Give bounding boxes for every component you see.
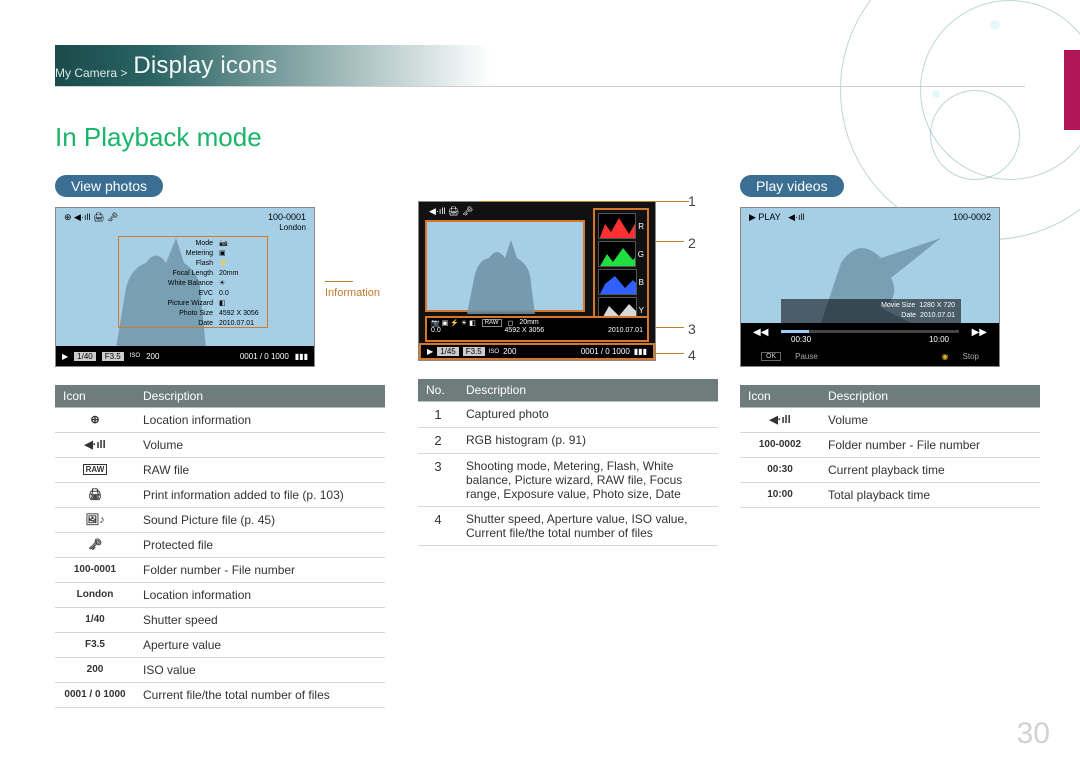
print-icon: 🖨 <box>55 483 135 508</box>
table-row: 00:30 Current playback time <box>740 458 1040 483</box>
description-cell: Protected file <box>135 533 385 558</box>
description-cell: Location information <box>135 408 385 433</box>
description-cell: ISO value <box>135 658 385 683</box>
table-row: 1 Captured photo <box>418 402 718 428</box>
view-photos-screenshot: ⊕ ◀·ıll 🖨 🗝 100-0001 London Mode📷 Meteri… <box>55 207 315 367</box>
sound-picture-icon: 🖼♪ <box>55 508 135 533</box>
callout-1: 1 <box>688 193 696 209</box>
current-time-text: 00:30 <box>740 458 820 483</box>
raw-icon: RAW <box>55 458 135 483</box>
accent-stripe <box>1064 50 1080 130</box>
row-number: 3 <box>418 454 458 507</box>
callout-2: 2 <box>688 235 696 251</box>
file-number: 100-0001 <box>268 212 306 222</box>
table-row: 2 RGB histogram (p. 91) <box>418 428 718 454</box>
aperture-text: F3.5 <box>55 633 135 658</box>
table-row: RAW RAW file <box>55 458 385 483</box>
row-number: 2 <box>418 428 458 454</box>
table-row: 1/40 Shutter speed <box>55 608 385 633</box>
folder-file-text: 100-0002 <box>740 433 820 458</box>
callout-4: 4 <box>688 347 696 363</box>
play-videos-table: Icon Description ◀·ıll Volume 100-0002 F… <box>740 385 1040 508</box>
table-row: 🗝 Protected file <box>55 533 385 558</box>
description-cell: RAW file <box>135 458 385 483</box>
description-cell: Volume <box>135 433 385 458</box>
description-cell: Volume <box>820 408 1040 433</box>
table-row: 0001 / 0 1000 Current file/the total num… <box>55 683 385 708</box>
description-cell: Shutter speed, Aperture value, ISO value… <box>458 507 718 546</box>
table-row: ◀·ıll Volume <box>740 408 1040 433</box>
play-videos-screenshot: ▶ PLAY ◀·ıll 100-0002 Movie Size 1280 X … <box>740 207 1000 367</box>
row-number: 1 <box>418 402 458 428</box>
play-videos-pill: Play videos <box>740 175 844 197</box>
table-row: F3.5 Aperture value <box>55 633 385 658</box>
folder-file-text: 100-0001 <box>55 558 135 583</box>
callout-3: 3 <box>688 321 696 337</box>
row-number: 4 <box>418 507 458 546</box>
description-cell: RGB histogram (p. 91) <box>458 428 718 454</box>
shutter-text: 1/40 <box>55 608 135 633</box>
description-cell: Shutter speed <box>135 608 385 633</box>
counter-text: 0001 / 0 1000 <box>55 683 135 708</box>
histogram-screenshot: ◀·ıll 🖨 🗝 R G B Y 📷 ▣ ⚡ ☀ ◧ RAW ◻ 20mm 0… <box>418 201 656 361</box>
breadcrumb-current: Display icons <box>133 52 277 80</box>
iso-text: 200 <box>55 658 135 683</box>
description-cell: Total playback time <box>820 483 1040 508</box>
breadcrumb: My Camera > Display icons <box>55 45 1025 87</box>
table-row: ⊕ Location information <box>55 408 385 433</box>
table-row: 🖼♪ Sound Picture file (p. 45) <box>55 508 385 533</box>
table-row: 200 ISO value <box>55 658 385 683</box>
table-row: ◀·ıll Volume <box>55 433 385 458</box>
description-cell: Folder number - File number <box>135 558 385 583</box>
volume-icon: ◀·ıll <box>740 408 820 433</box>
breadcrumb-parent: My Camera > <box>55 66 127 80</box>
total-time-text: 10:00 <box>740 483 820 508</box>
histogram-column: ◀·ıll 🖨 🗝 R G B Y 📷 ▣ ⚡ ☀ ◧ RAW ◻ 20mm 0… <box>418 175 718 546</box>
photo-silhouette <box>427 222 587 314</box>
description-cell: Current file/the total number of files <box>135 683 385 708</box>
table-row: 100-0002 Folder number - File number <box>740 433 1040 458</box>
description-cell: Print information added to file (p. 103) <box>135 483 385 508</box>
volume-icon: ◀·ıll <box>55 433 135 458</box>
view-photos-column: View photos ⊕ ◀·ıll 🖨 🗝 100-0001 London … <box>55 175 385 708</box>
description-cell: Shooting mode, Metering, Flash, White ba… <box>458 454 718 507</box>
description-cell: Location information <box>135 583 385 608</box>
view-photos-table: Icon Description ⊕ Location information … <box>55 385 385 708</box>
page-number: 30 <box>1017 717 1050 751</box>
description-cell: Folder number - File number <box>820 433 1040 458</box>
section-title: In Playback mode <box>55 122 262 153</box>
location-text: London <box>55 583 135 608</box>
view-photos-pill: View photos <box>55 175 163 197</box>
description-cell: Sound Picture file (p. 45) <box>135 508 385 533</box>
location-icon: ⊕ <box>55 408 135 433</box>
table-row: 3 Shooting mode, Metering, Flash, White … <box>418 454 718 507</box>
play-videos-column: Play videos ▶ PLAY ◀·ıll 100-0002 Movie … <box>740 175 1040 508</box>
table-row: 100-0001 Folder number - File number <box>55 558 385 583</box>
description-cell: Captured photo <box>458 402 718 428</box>
table-row: 4 Shutter speed, Aperture value, ISO val… <box>418 507 718 546</box>
table-row: 10:00 Total playback time <box>740 483 1040 508</box>
table-row: 🖨 Print information added to file (p. 10… <box>55 483 385 508</box>
description-cell: Aperture value <box>135 633 385 658</box>
description-cell: Current playback time <box>820 458 1040 483</box>
location-text: London <box>279 223 306 232</box>
table-row: London Location information <box>55 583 385 608</box>
protected-icon: 🗝 <box>55 533 135 558</box>
information-callout: Information <box>325 275 385 299</box>
histogram-table: No. Description 1 Captured photo 2 RGB h… <box>418 379 718 546</box>
